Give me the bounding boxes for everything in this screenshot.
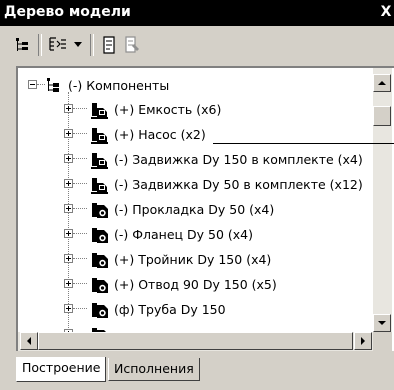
expand-icon[interactable] bbox=[64, 254, 73, 263]
expand-icon[interactable] bbox=[64, 129, 73, 138]
tree-connector bbox=[73, 133, 87, 134]
tree-connector bbox=[73, 158, 87, 159]
assembly-icon bbox=[91, 153, 108, 169]
tree-item[interactable]: (-) Фланец Dy 50 (x4) bbox=[18, 223, 373, 247]
tree-connector bbox=[37, 84, 45, 85]
panel-title: Дерево модели bbox=[4, 4, 131, 20]
arrow-down-icon bbox=[378, 321, 386, 325]
properties-icon bbox=[125, 36, 139, 53]
part-icon bbox=[92, 303, 108, 318]
assembly-icon bbox=[91, 103, 108, 119]
assembly-icon bbox=[91, 128, 108, 144]
tree-connector bbox=[73, 258, 87, 259]
arrow-right-icon bbox=[361, 337, 365, 345]
tree-item[interactable]: (ф) Труба Dy 150 bbox=[18, 298, 373, 322]
tree-connector bbox=[73, 108, 87, 109]
display-mode-icon bbox=[49, 37, 66, 51]
part-icon bbox=[92, 328, 106, 332]
display-mode-button[interactable] bbox=[46, 34, 70, 56]
expand-icon[interactable] bbox=[64, 154, 73, 163]
scroll-left-button[interactable] bbox=[20, 332, 38, 350]
assembly-icon bbox=[91, 178, 108, 194]
scroll-right-button[interactable] bbox=[354, 332, 372, 350]
part-icon bbox=[92, 203, 108, 218]
tree-content: (-) Компоненты (+) Емкость (x6) (+) Насос… bbox=[18, 68, 373, 332]
tree-root-row[interactable]: (-) Компоненты bbox=[18, 74, 373, 98]
tree-item-partial[interactable] bbox=[18, 323, 373, 332]
tree-item-label: (-) Фланец Dy 50 (x4) bbox=[114, 227, 253, 242]
scroll-down-button[interactable] bbox=[373, 314, 391, 332]
tree-view-button[interactable] bbox=[12, 34, 34, 56]
tree-item[interactable]: (+) Тройник Dy 150 (x4) bbox=[18, 248, 373, 272]
horizontal-scrollbar[interactable] bbox=[18, 332, 373, 351]
document-icon bbox=[103, 36, 115, 54]
collapse-icon[interactable] bbox=[28, 80, 37, 89]
part-icon bbox=[92, 253, 108, 268]
tree-item[interactable]: (+) Отвод 90 Dy 150 (x5) bbox=[18, 273, 373, 297]
callout-line bbox=[213, 143, 394, 144]
tree-item-label: (+) Тройник Dy 150 (x4) bbox=[114, 252, 272, 267]
tree-view-icon bbox=[16, 38, 28, 51]
tree-item[interactable]: (-) Задвижка Dy 150 в комплекте (x4) bbox=[18, 148, 373, 172]
expand-icon[interactable] bbox=[64, 229, 73, 238]
tree-connector bbox=[73, 183, 87, 184]
tree-item[interactable]: (-) Задвижка Dy 50 в комплекте (x12) bbox=[18, 173, 373, 197]
tree-item[interactable]: (-) Прокладка Dy 50 (x4) bbox=[18, 198, 373, 222]
horizontal-scroll-thumb[interactable] bbox=[38, 332, 353, 350]
expand-icon[interactable] bbox=[64, 179, 73, 188]
toolbar-separator bbox=[90, 34, 94, 56]
close-icon[interactable]: X bbox=[380, 4, 392, 20]
part-icon bbox=[92, 228, 108, 243]
tab-versions[interactable]: Исполнения bbox=[108, 358, 200, 381]
part-icon bbox=[92, 278, 108, 293]
toolbar bbox=[0, 26, 394, 62]
arrow-left-icon bbox=[27, 337, 31, 345]
model-tree-panel: Дерево модели X (-) Компоненты (+) Емкос… bbox=[0, 0, 394, 390]
document-button[interactable] bbox=[98, 34, 120, 56]
arrow-up-icon bbox=[378, 81, 386, 85]
tree-view[interactable]: (-) Компоненты (+) Емкость (x6) (+) Насос… bbox=[16, 66, 394, 351]
tab-construction[interactable]: Построение bbox=[16, 357, 107, 382]
tree-item-label: (-) Прокладка Dy 50 (x4) bbox=[114, 202, 275, 217]
toolbar-separator bbox=[38, 34, 42, 56]
expand-icon[interactable] bbox=[64, 304, 73, 313]
components-icon bbox=[47, 78, 59, 92]
tree-item-label: (+) Насос (x2) bbox=[114, 127, 206, 142]
tree-item-label: (ф) Труба Dy 150 bbox=[114, 302, 226, 317]
tree-connector bbox=[73, 308, 87, 309]
vertical-scrollbar[interactable] bbox=[373, 68, 392, 332]
tree-item-label: (-) Задвижка Dy 150 в комплекте (x4) bbox=[114, 152, 363, 167]
tab-bar: Построение Исполнения bbox=[16, 357, 394, 382]
expand-icon[interactable] bbox=[64, 204, 73, 213]
tree-connector bbox=[73, 233, 87, 234]
tree-root-label: (-) Компоненты bbox=[68, 78, 170, 93]
vertical-scroll-thumb[interactable] bbox=[373, 106, 391, 126]
expand-icon[interactable] bbox=[64, 104, 73, 113]
tree-item[interactable]: (+) Емкость (x6) bbox=[18, 98, 373, 122]
tree-item-label: (+) Отвод 90 Dy 150 (x5) bbox=[114, 277, 277, 292]
title-bar: Дерево модели X bbox=[0, 0, 394, 26]
expand-icon[interactable] bbox=[64, 279, 73, 288]
dropdown-arrow-icon bbox=[74, 42, 82, 47]
scrollbar-corner bbox=[373, 332, 392, 351]
scroll-up-button[interactable] bbox=[373, 74, 391, 92]
tree-item-label: (+) Емкость (x6) bbox=[114, 102, 222, 117]
tree-connector bbox=[73, 283, 87, 284]
properties-button[interactable] bbox=[122, 34, 144, 56]
tree-connector bbox=[73, 208, 87, 209]
display-mode-dropdown[interactable] bbox=[72, 34, 84, 56]
tree-item-label: (-) Задвижка Dy 50 в комплекте (x12) bbox=[114, 177, 363, 192]
